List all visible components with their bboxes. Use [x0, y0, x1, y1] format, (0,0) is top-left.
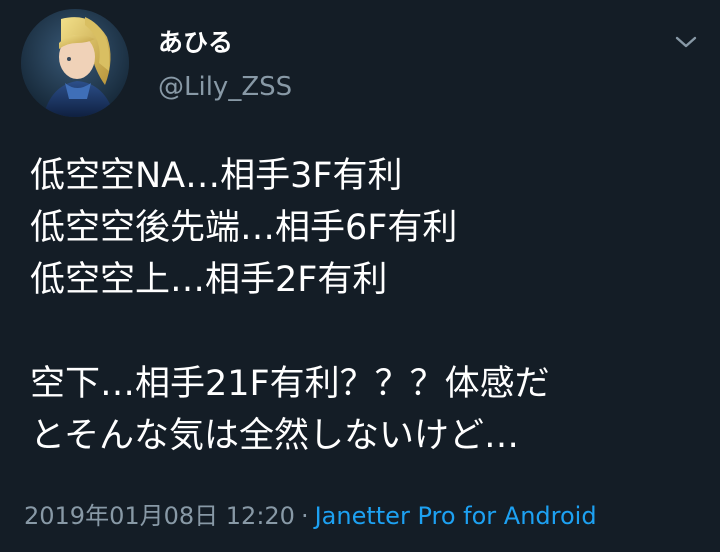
tweet-source-link[interactable]: Janetter Pro for Android: [315, 502, 597, 530]
tweet-menu-button[interactable]: [666, 26, 706, 58]
display-name[interactable]: あひる: [158, 30, 233, 55]
tweet-text-line: 低空空NA…相手3F有利: [30, 156, 403, 196]
footer-separator: ·: [300, 502, 309, 530]
tweet-text: 低空空NA…相手3F有利 低空空後先端…相手6F有利 低空空上…相手2F有利 空…: [30, 150, 700, 462]
tweet-text-line: 低空空上…相手2F有利: [30, 260, 388, 300]
avatar-image: [21, 9, 129, 117]
tweet-timestamp[interactable]: 2019年01月08日 12:20: [24, 502, 295, 530]
chevron-down-icon: [675, 36, 697, 48]
tweet-text-line: 低空空後先端…相手6F有利: [30, 208, 458, 248]
avatar[interactable]: [21, 9, 129, 117]
tweet-card: あひる @Lily_ZSS 低空空NA…相手3F有利 低空空後先端…相手6F有利…: [0, 0, 720, 552]
tweet-text-line: とそんな気は全然しないけど…: [30, 416, 519, 456]
tweet-text-line: 空下…相手21F有利？？？体感だ: [30, 364, 550, 404]
tweet-footer: 2019年01月08日 12:20 · Janetter Pro for Andro…: [24, 500, 597, 532]
user-handle[interactable]: @Lily_ZSS: [158, 74, 292, 100]
